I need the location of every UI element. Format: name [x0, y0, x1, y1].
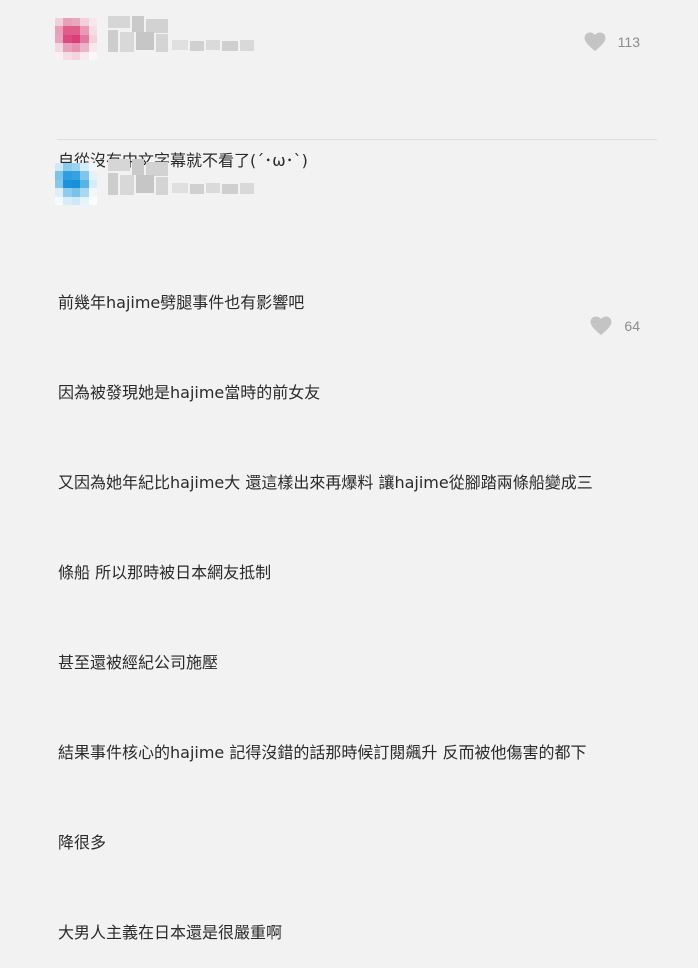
- avatar-pixel: [63, 196, 72, 205]
- like-count: 113: [617, 34, 640, 50]
- avatar-pixel: [63, 43, 72, 52]
- avatar-pixel: [55, 171, 64, 180]
- avatar-pixel: [80, 196, 89, 205]
- avatar-pixel: [80, 43, 89, 52]
- avatar-pixel: [55, 188, 64, 197]
- avatar-pixel: [71, 34, 81, 44]
- avatar-pixel: [80, 34, 89, 44]
- avatar-pixel: [88, 34, 97, 44]
- avatar-pixel: [88, 196, 97, 205]
- avatar-pixel: [80, 171, 89, 180]
- avatar-pixel: [80, 51, 89, 60]
- comment-line: 大男人主義在日本還是很嚴重啊: [58, 923, 283, 942]
- like-button[interactable]: 113: [584, 32, 640, 52]
- comment-line: 降很多: [58, 833, 107, 852]
- avatar-pixel: [80, 179, 89, 189]
- avatar-pixel: [55, 34, 64, 44]
- comment-1: 113 自從沒有中文字幕就不看了(´･ω･`): [0, 0, 698, 170]
- avatar-pixel: [71, 188, 81, 197]
- avatar-pixel: [88, 163, 97, 172]
- avatar-pixel: [88, 179, 97, 189]
- avatar-pixel: [71, 43, 81, 52]
- avatar-pixel: [63, 18, 72, 27]
- avatar-pixel: [63, 179, 72, 189]
- heart-icon: [584, 32, 606, 52]
- comment-line: 條船 所以那時被日本網友抵制: [58, 563, 272, 582]
- comment-line: 又因為她年紀比hajime大 還這樣出來再爆料 讓hajime從腳踏兩條船變成三: [58, 473, 593, 492]
- avatar-pixel: [71, 163, 81, 172]
- avatar-pixel: [71, 26, 81, 35]
- avatar-pixel: [55, 179, 64, 189]
- avatar-pixel: [88, 188, 97, 197]
- avatar-pixel: [71, 179, 81, 189]
- avatar-pixel: [88, 26, 97, 35]
- comment-line: 前幾年hajime劈腿事件也有影響吧: [58, 293, 305, 312]
- avatar-pixel: [63, 163, 72, 172]
- avatar-pixel: [55, 43, 64, 52]
- username-blurred[interactable]: [108, 16, 258, 58]
- comment-line: 甚至還被經紀公司施壓: [58, 653, 219, 672]
- avatar-pixel: [63, 171, 72, 180]
- avatar-pixel: [80, 26, 89, 35]
- avatar-pixel: [71, 51, 81, 60]
- avatar-pixel: [55, 196, 64, 205]
- comment-text: 前幾年hajime劈腿事件也有影響吧 因為被發現她是hajime當時的前女友 又…: [58, 228, 658, 968]
- avatar-pixel: [63, 188, 72, 197]
- avatar-pixel: [55, 51, 64, 60]
- avatar-pixel: [88, 43, 97, 52]
- avatar[interactable]: [55, 163, 97, 205]
- avatar[interactable]: [55, 18, 97, 60]
- avatar-pixel: [71, 196, 81, 205]
- username-blurred[interactable]: [108, 159, 258, 201]
- avatar-pixel: [63, 51, 72, 60]
- avatar-pixel: [71, 171, 81, 180]
- avatar-pixel: [80, 188, 89, 197]
- avatar-pixel: [63, 26, 72, 35]
- comment-line: 因為被發現她是hajime當時的前女友: [58, 383, 321, 402]
- avatar-pixel: [55, 26, 64, 35]
- avatar-pixel: [55, 18, 64, 27]
- avatar-pixel: [88, 51, 97, 60]
- avatar-pixel: [63, 34, 72, 44]
- avatar-pixel: [80, 163, 89, 172]
- avatar-pixel: [71, 18, 81, 27]
- comment-line: 結果事件核心的hajime 記得沒錯的話那時候訂閱飆升 反而被他傷害的都下: [58, 743, 587, 762]
- comment-2: 64 前幾年hajime劈腿事件也有影響吧 因為被發現她是hajime當時的前女…: [0, 140, 698, 942]
- avatar-pixel: [88, 18, 97, 27]
- avatar-pixel: [80, 18, 89, 27]
- avatar-pixel: [55, 163, 64, 172]
- avatar-pixel: [88, 171, 97, 180]
